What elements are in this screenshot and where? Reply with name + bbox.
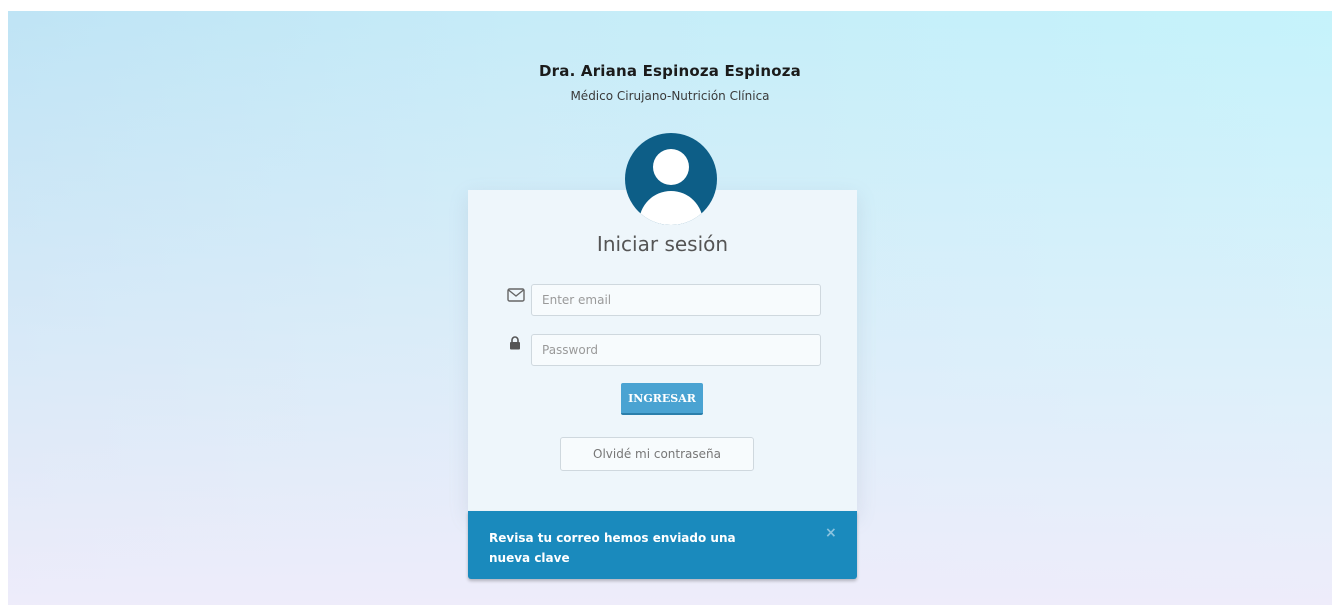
login-submit-button[interactable]: INGRESAR [621,383,703,415]
avatar-head [653,149,689,185]
avatar-body [639,191,703,225]
lock-icon [509,335,521,354]
email-input[interactable] [531,284,821,316]
header: Dra. Ariana Espinoza Espinoza Médico Cir… [8,62,1332,103]
doctor-title: Médico Cirujano-Nutrición Clínica [570,89,770,103]
close-icon[interactable]: × [825,525,837,541]
login-title: Iniciar sesión [596,232,729,256]
doctor-name: Dra. Ariana Espinoza Espinoza [539,62,801,80]
alert-message: Revisa tu correo hemos enviado una nueva… [489,531,736,565]
alert-banner: Revisa tu correo hemos enviado una nueva… [468,511,857,579]
password-input[interactable] [531,334,821,366]
envelope-icon [507,287,525,306]
user-avatar-icon [625,133,717,225]
forgot-password-button[interactable]: Olvidé mi contraseña [560,437,754,471]
